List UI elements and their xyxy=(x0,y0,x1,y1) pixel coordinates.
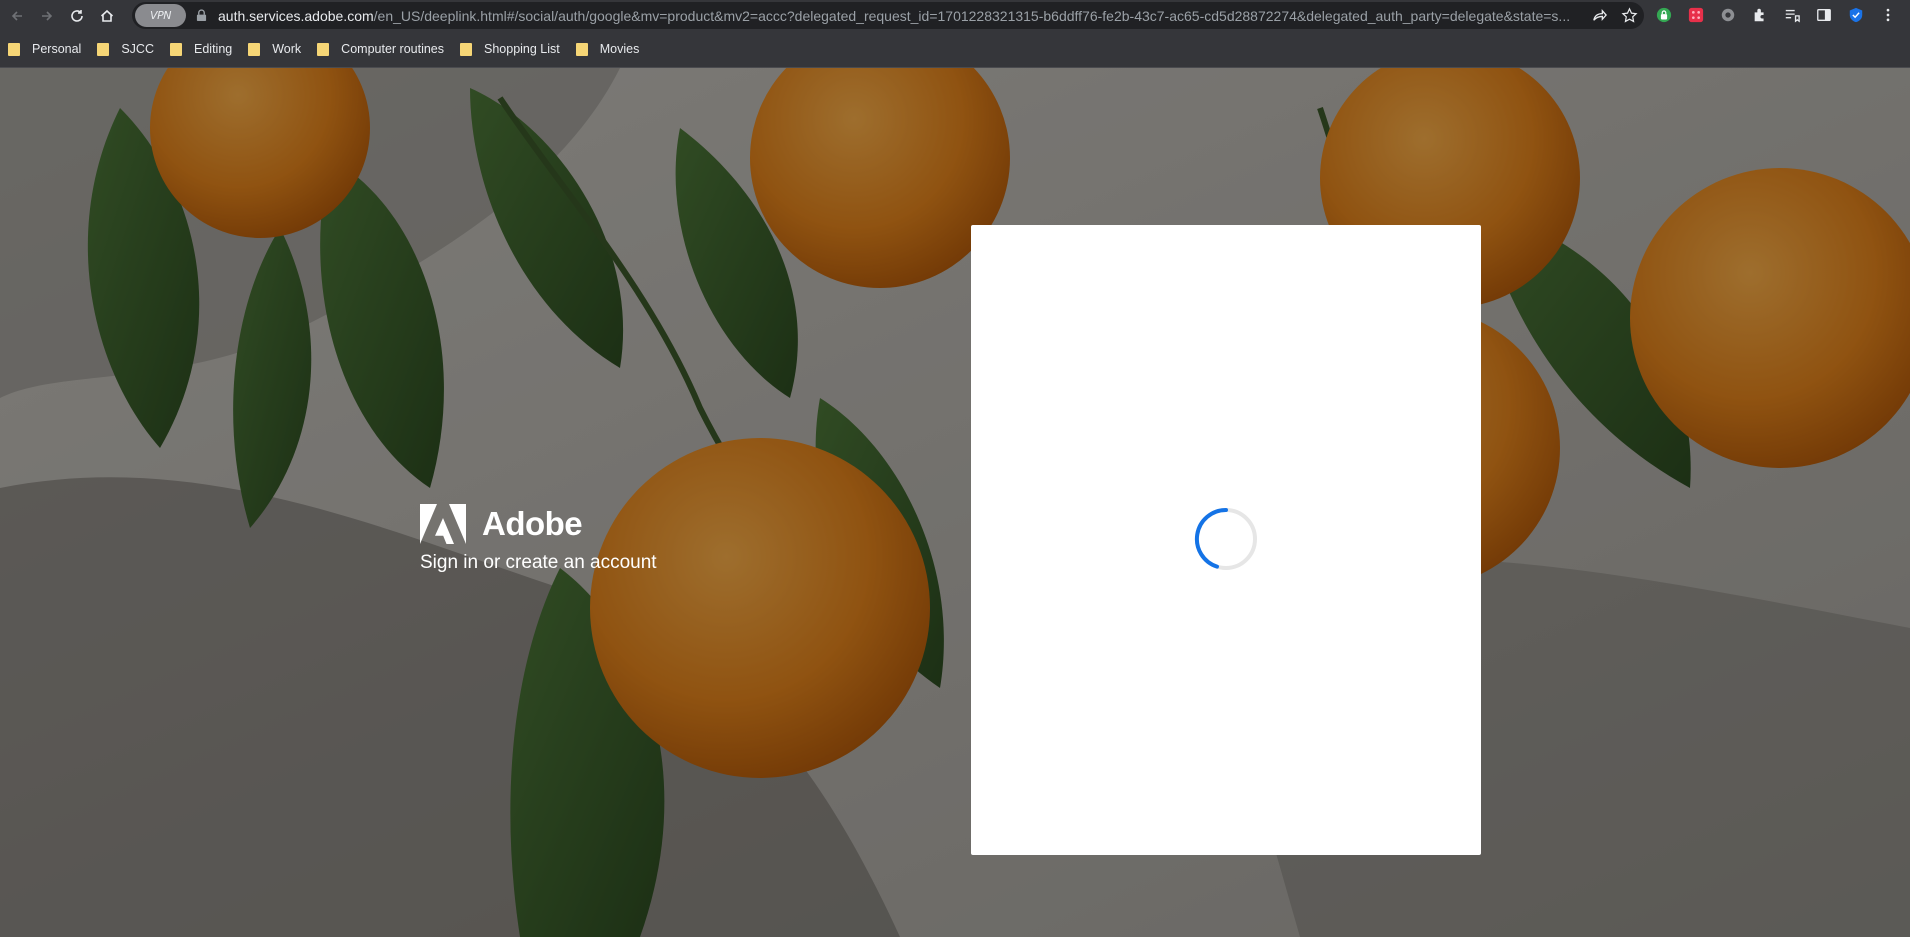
signin-card xyxy=(971,225,1481,855)
home-icon[interactable] xyxy=(94,3,120,29)
adobe-logo-icon xyxy=(420,504,466,544)
back-icon[interactable] xyxy=(4,3,30,29)
adobe-signin-page: Adobe Sign in or create an account xyxy=(0,68,1910,937)
folder-icon xyxy=(97,42,110,56)
bookmark-work[interactable]: Work xyxy=(248,36,301,62)
bookmark-computer-routines[interactable]: Computer routines xyxy=(317,36,444,62)
bookmark-label: Shopping List xyxy=(484,42,560,56)
bookmarks-bar: Personal SJCC Editing Work Computer rout… xyxy=(0,31,1910,68)
bookmark-sjcc[interactable]: SJCC xyxy=(97,36,154,62)
forward-icon[interactable] xyxy=(34,3,60,29)
bookmark-shopping-list[interactable]: Shopping List xyxy=(460,36,560,62)
puzzle-icon[interactable] xyxy=(1750,5,1770,25)
bookmark-movies[interactable]: Movies xyxy=(575,36,640,62)
share-icon[interactable] xyxy=(1590,6,1608,24)
url-path: /en_US/deeplink.html#/social/auth/google… xyxy=(373,7,1571,24)
loading-spinner-icon xyxy=(1194,507,1258,571)
url-text[interactable]: auth.services.adobe.com/en_US/deeplink.h… xyxy=(218,8,1598,24)
folder-icon xyxy=(460,42,472,56)
background-overlay xyxy=(0,68,1910,937)
vpn-chip[interactable]: VPN xyxy=(135,4,186,27)
bookmark-label: Work xyxy=(272,42,302,56)
reading-list-icon[interactable] xyxy=(1782,5,1802,25)
bookmark-label: Computer routines xyxy=(341,42,444,56)
signin-tagline: Sign in or create an account xyxy=(420,552,657,573)
shield-check-icon[interactable] xyxy=(1846,5,1866,25)
reload-icon[interactable] xyxy=(64,3,90,29)
address-bar[interactable]: VPN auth.services.adobe.com/en_US/deepli… xyxy=(132,2,1644,29)
folder-icon xyxy=(248,42,261,56)
star-icon[interactable] xyxy=(1620,6,1638,24)
adobe-brand: Adobe xyxy=(420,504,583,544)
browser-toolbar: VPN auth.services.adobe.com/en_US/deepli… xyxy=(0,0,1910,31)
folder-icon xyxy=(170,42,182,56)
brand-name: Adobe xyxy=(482,505,583,542)
bookmark-personal[interactable]: Personal xyxy=(8,36,81,62)
url-host: auth.services.adobe.com xyxy=(218,7,374,24)
extension-gear-icon[interactable] xyxy=(1718,5,1738,25)
folder-icon xyxy=(575,42,588,56)
extension-green-icon[interactable] xyxy=(1654,5,1674,25)
bookmark-label: Personal xyxy=(32,42,82,56)
bookmark-editing[interactable]: Editing xyxy=(170,36,232,62)
folder-icon xyxy=(317,42,330,56)
lock-icon[interactable] xyxy=(196,9,208,23)
kebab-menu-icon[interactable] xyxy=(1878,5,1898,25)
side-panel-icon[interactable] xyxy=(1814,5,1834,25)
folder-icon xyxy=(8,42,20,56)
bookmark-label: Movies xyxy=(599,42,640,56)
bookmark-label: SJCC xyxy=(121,42,154,56)
bookmark-label: Editing xyxy=(194,42,233,56)
extension-red-icon[interactable] xyxy=(1686,5,1706,25)
